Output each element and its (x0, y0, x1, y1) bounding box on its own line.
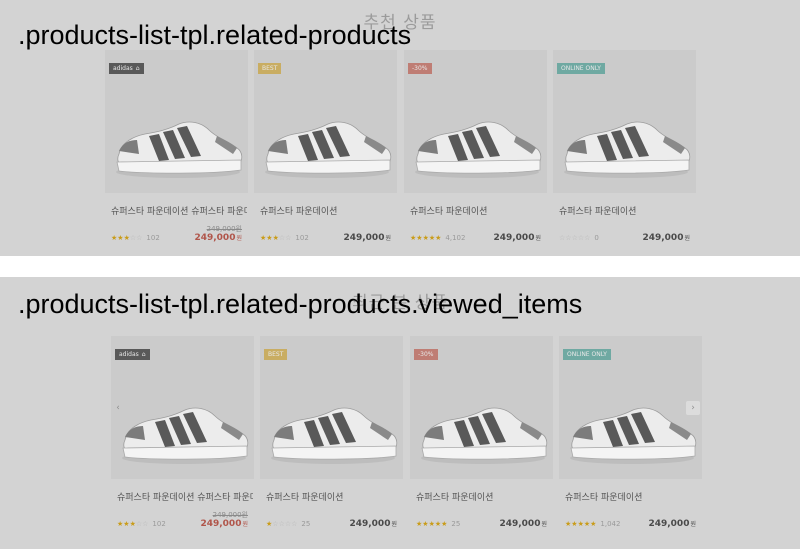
star-icon: ★ (435, 234, 442, 242)
product-price: 249,000원 (349, 519, 397, 529)
product-badge: -30% (408, 63, 432, 74)
selector-label: .products-list-tpl.related-products.view… (18, 289, 583, 319)
product-thumbnail[interactable]: ONLINE ONLY (553, 50, 696, 193)
star-icon: ☆ (285, 234, 292, 242)
rating-stars: ☆☆☆☆☆ 0 (559, 234, 599, 242)
product-badge: adidas ⌂ (109, 63, 144, 74)
chevron-left-icon[interactable]: ‹ (111, 401, 125, 415)
star-icon: ★ (441, 520, 448, 528)
product-badge: BEST (258, 63, 282, 74)
selector-label: .products-list-tpl.related-products (18, 20, 412, 50)
product-badge: adidas ⌂ (115, 349, 150, 360)
product-card[interactable]: BEST 슈퍼스타 파운데이션 ★★★☆☆ 102 249,000원 (254, 50, 397, 243)
star-icon: ★ (590, 520, 597, 528)
review-count: 25 (451, 520, 461, 528)
rating-stars: ★★★☆☆ 102 (260, 234, 309, 242)
product-name[interactable]: 슈퍼스타 파운데이션 슈퍼스타 파운데 (117, 490, 253, 503)
tag-icon: ⌂ (135, 65, 140, 72)
product-price: 249,000원 (200, 519, 248, 529)
product-card[interactable]: ONLINE ONLY 슈퍼스타 파운데이션 ★★★★★ 1,042 249,000원 (559, 336, 702, 529)
section-divider (0, 256, 800, 277)
chevron-right-icon[interactable]: › (686, 401, 700, 415)
review-count: 4,102 (445, 234, 466, 242)
product-thumbnail[interactable]: -30% (404, 50, 547, 193)
product-name[interactable]: 슈퍼스타 파운데이션 (260, 204, 396, 217)
review-count: 102 (146, 234, 160, 242)
rating-stars: ★★★★★ 1,042 (565, 520, 620, 528)
product-price: 249,000원 (648, 519, 696, 529)
product-card[interactable]: ONLINE ONLY 슈퍼스타 파운데이션 ☆☆☆☆☆ 0 249,000원 (553, 50, 696, 243)
product-card[interactable]: adidas ⌂ 슈퍼스타 파운데이션 슈퍼스타 파운데 ★★★☆☆ 102 249,00… (105, 50, 248, 243)
review-count: 102 (295, 234, 309, 242)
rating-stars: ★☆☆☆☆ 25 (266, 520, 310, 528)
review-count: 0 (594, 234, 599, 242)
star-icon: ☆ (584, 234, 591, 242)
product-price: 249,000원 (642, 233, 690, 243)
star-icon: ☆ (142, 520, 149, 528)
product-badge: BEST (264, 349, 288, 360)
product-card[interactable]: BEST 슈퍼스타 파운데이션 ★☆☆☆☆ 25 249,000원 (260, 336, 403, 529)
tag-icon: ⌂ (141, 351, 146, 358)
review-count: 102 (152, 520, 166, 528)
product-badge: ONLINE ONLY (563, 349, 611, 360)
product-card[interactable]: -30% 슈퍼스타 파운데이션 ★★★★★ 25 249,000원 (410, 336, 553, 529)
rating-stars: ★★★★★ 4,102 (410, 234, 465, 242)
product-thumbnail[interactable]: BEST (254, 50, 397, 193)
viewed-items-section: 최근 본 상품 adidas ⌂ 슈퍼스타 파운데이션 슈퍼스타 파운데 ★★★☆☆ 1… (0, 277, 800, 549)
product-card[interactable]: -30% 슈퍼스타 파운데이션 ★★★★★ 4,102 249,000원 (404, 50, 547, 243)
rating-stars: ★★★☆☆ 102 (117, 520, 166, 528)
related-products-section: 추천 상품 adidas ⌂ 슈퍼스타 파운데이션 슈퍼스타 파운데 ★★★☆☆ 102… (0, 0, 800, 256)
product-price: 249,000원 (499, 519, 547, 529)
product-price: 249,000원 (194, 233, 242, 243)
product-name[interactable]: 슈퍼스타 파운데이션 (410, 204, 546, 217)
product-thumbnail[interactable]: ONLINE ONLY (559, 336, 702, 479)
star-icon: ☆ (291, 520, 298, 528)
product-badge: ONLINE ONLY (557, 63, 605, 74)
product-name[interactable]: 슈퍼스타 파운데이션 슈퍼스타 파운데 (111, 204, 247, 217)
product-badge: -30% (414, 349, 438, 360)
rating-stars: ★★★★★ 25 (416, 520, 460, 528)
rating-stars: ★★★☆☆ 102 (111, 234, 160, 242)
product-card[interactable]: adidas ⌂ 슈퍼스타 파운데이션 슈퍼스타 파운데 ★★★☆☆ 102 249,00… (111, 336, 254, 529)
product-price: 249,000원 (343, 233, 391, 243)
product-thumbnail[interactable]: adidas ⌂ (111, 336, 254, 479)
product-name[interactable]: 슈퍼스타 파운데이션 (559, 204, 695, 217)
review-count: 1,042 (600, 520, 621, 528)
star-icon: ☆ (136, 234, 143, 242)
product-thumbnail[interactable]: BEST (260, 336, 403, 479)
product-thumbnail[interactable]: adidas ⌂ (105, 50, 248, 193)
product-price: 249,000원 (493, 233, 541, 243)
product-name[interactable]: 슈퍼스타 파운데이션 (416, 490, 552, 503)
review-count: 25 (301, 520, 311, 528)
product-name[interactable]: 슈퍼스타 파운데이션 (266, 490, 402, 503)
product-name[interactable]: 슈퍼스타 파운데이션 (565, 490, 701, 503)
product-thumbnail[interactable]: -30% (410, 336, 553, 479)
